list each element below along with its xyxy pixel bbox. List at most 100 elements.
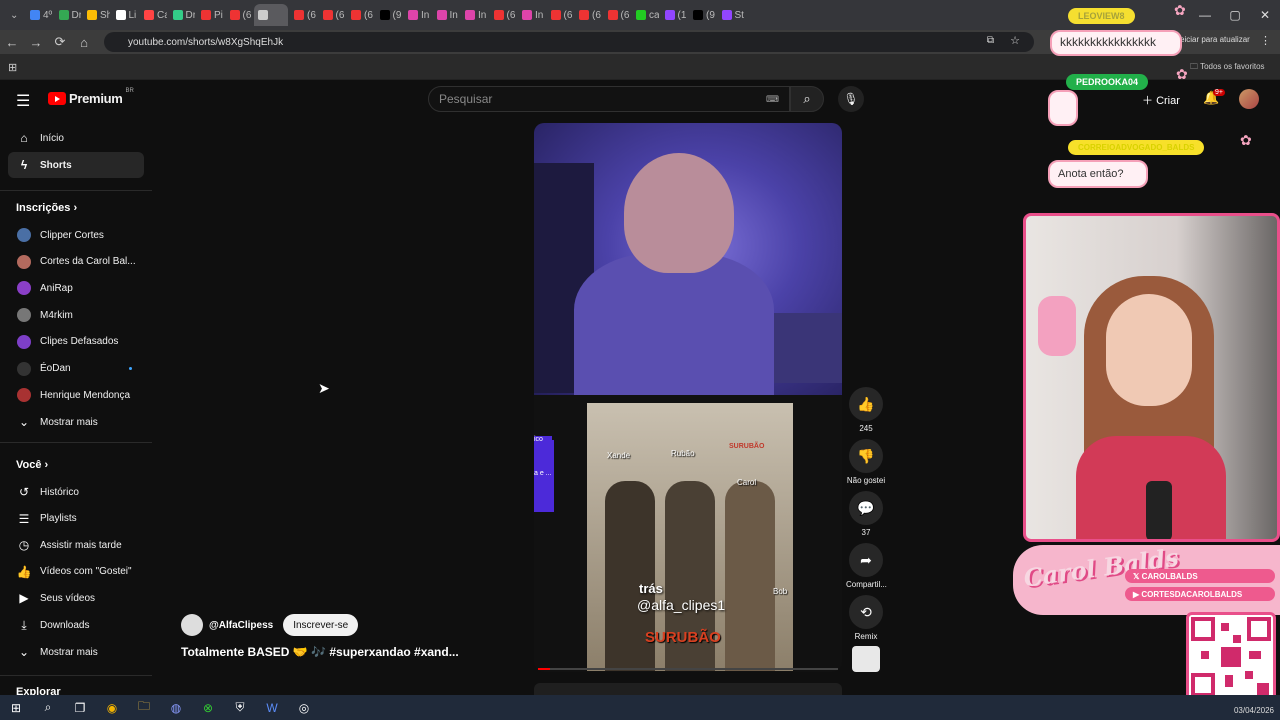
browser-tab[interactable]: (6 bbox=[575, 4, 602, 26]
bookmark-star-icon[interactable]: ☆ bbox=[1010, 34, 1020, 47]
remix-button[interactable]: ⟲ bbox=[849, 595, 883, 629]
overlay-handle: @alfa_clipes1 bbox=[637, 597, 726, 613]
short-title[interactable]: Totalmente BASED 🤝 🎶 #superxandao #xand.… bbox=[181, 645, 459, 659]
update-chrome-text[interactable]: eiciar para atualizar bbox=[1180, 35, 1250, 44]
channel-avatar[interactable] bbox=[181, 614, 203, 636]
browser-tab[interactable]: St bbox=[718, 4, 745, 26]
tab-favicon-icon bbox=[436, 10, 447, 20]
sidebar-subscription-item[interactable]: AniRap bbox=[8, 275, 144, 301]
browser-tab[interactable]: In bbox=[433, 4, 460, 26]
you-heading[interactable]: Você › bbox=[16, 459, 48, 471]
search-input[interactable]: Pesquisar bbox=[428, 86, 790, 112]
next-short-preview[interactable] bbox=[534, 683, 842, 695]
show-more-subscriptions[interactable]: ⌄ Mostrar mais bbox=[8, 409, 144, 435]
browser-tab[interactable]: (6 bbox=[547, 4, 574, 26]
install-icon[interactable]: ⧉ bbox=[987, 35, 994, 46]
address-bar[interactable]: youtube.com/shorts/w8XgShqEhJk ⧉ ☆ bbox=[104, 32, 1034, 52]
subscribe-button[interactable]: Inscrever-se bbox=[283, 614, 359, 636]
browser-tab[interactable]: Pi bbox=[197, 4, 224, 26]
browser-tab[interactable]: ca bbox=[632, 4, 659, 26]
sidebar-you-item[interactable]: ↺ Histórico bbox=[8, 479, 144, 505]
browser-tab[interactable]: In bbox=[404, 4, 431, 26]
forward-button[interactable]: → bbox=[24, 30, 48, 54]
browser-tab[interactable]: (6 bbox=[604, 4, 631, 26]
browser-tab[interactable]: In bbox=[518, 4, 545, 26]
sidebar-item-shorts[interactable]: ϟ Shorts bbox=[8, 152, 144, 178]
dislike-button[interactable]: 👎 bbox=[849, 439, 883, 473]
sidebar-you-item[interactable]: ⤓ Downloads bbox=[8, 612, 144, 638]
keyboard-icon[interactable]: ⌨ bbox=[766, 94, 779, 105]
create-button[interactable]: ＋ Criar bbox=[1142, 92, 1180, 108]
tab-title: (9 bbox=[392, 9, 402, 21]
channel-name[interactable]: @AlfaClipess bbox=[209, 620, 273, 631]
minimize-button[interactable]: — bbox=[1190, 0, 1220, 30]
browser-tab[interactable]: Sh bbox=[83, 4, 110, 26]
hamburger-menu-icon[interactable]: ☰ bbox=[16, 91, 30, 111]
security-shield-icon[interactable]: ⛨ bbox=[224, 695, 256, 720]
sidebar-you-item[interactable]: ▶ Seus vídeos bbox=[8, 585, 144, 611]
chrome-icon[interactable]: ◉ bbox=[96, 695, 128, 720]
back-button[interactable]: ← bbox=[0, 30, 24, 54]
browser-tab[interactable]: (6 bbox=[490, 4, 517, 26]
browser-tab[interactable]: (6 bbox=[226, 4, 253, 26]
file-explorer-icon[interactable]: 🗀 bbox=[128, 695, 160, 720]
tab-list-button[interactable]: ⌄ bbox=[6, 4, 24, 26]
browser-tab[interactable]: (9 bbox=[376, 4, 403, 26]
sound-thumbnail[interactable] bbox=[852, 646, 880, 672]
chevron-right-icon: › bbox=[73, 202, 78, 214]
youtube-premium-logo[interactable]: Premium BR bbox=[48, 88, 134, 106]
task-view-icon[interactable]: ❐ bbox=[64, 695, 96, 720]
short-video-player[interactable]: Xande Rubão Carol Bob SURUBÃO trás @alfa… bbox=[534, 123, 842, 672]
browser-tab[interactable]: Li bbox=[112, 4, 139, 26]
sidebar-subscription-item[interactable]: ÉoDan bbox=[8, 356, 144, 382]
browser-tab[interactable]: (9 bbox=[689, 4, 716, 26]
sidebar-subscription-item[interactable]: Clipes Defasados bbox=[8, 329, 144, 355]
account-avatar[interactable] bbox=[1239, 89, 1259, 109]
chrome-menu-icon[interactable]: ⋮ bbox=[1260, 34, 1271, 47]
browser-tab[interactable]: Ca bbox=[140, 4, 167, 26]
browser-tab[interactable]: (6 bbox=[319, 4, 346, 26]
browser-tab[interactable]: (6 bbox=[347, 4, 374, 26]
sidebar-you-item[interactable]: ◷ Assistir mais tarde bbox=[8, 532, 144, 558]
sidebar-you-item[interactable]: 👍 Vídeos com "Gostei" bbox=[8, 559, 144, 585]
like-button[interactable]: 👍 bbox=[849, 387, 883, 421]
maximize-button[interactable]: ▢ bbox=[1220, 0, 1250, 30]
surubao-corner-logo: SURUBÃO bbox=[729, 443, 765, 450]
sidebar-item-home[interactable]: ⌂ Início bbox=[8, 125, 144, 151]
voice-search-button[interactable]: 🎙 bbox=[838, 86, 864, 112]
sidebar-you-item[interactable]: ☰ Playlists bbox=[8, 506, 144, 532]
sidebar-subscription-item[interactable]: Clipper Cortes bbox=[8, 222, 144, 248]
word-icon[interactable]: W bbox=[256, 695, 288, 720]
side-card[interactable]: ico a e ... bbox=[534, 436, 554, 512]
close-window-button[interactable]: ✕ bbox=[1250, 0, 1280, 30]
search-button[interactable]: ⌕ bbox=[790, 86, 824, 112]
xbox-icon[interactable]: ⊗ bbox=[192, 695, 224, 720]
subscriptions-heading[interactable]: Inscrições › bbox=[16, 202, 77, 214]
subscriptions-title: Inscrições bbox=[16, 202, 71, 214]
browser-tab[interactable]: 4º bbox=[26, 4, 53, 26]
browser-tab[interactable]: In bbox=[461, 4, 488, 26]
all-favorites-folder[interactable]: 🗀 Todos os favoritos bbox=[1190, 61, 1265, 75]
home-button[interactable]: ⌂ bbox=[72, 30, 96, 54]
video-progress-bar[interactable] bbox=[538, 668, 838, 670]
obs-icon[interactable]: ◎ bbox=[288, 695, 320, 720]
apps-grid-icon[interactable]: ⊞ bbox=[8, 61, 17, 74]
browser-tab[interactable]: (6 bbox=[290, 4, 317, 26]
browser-tab[interactable] bbox=[254, 4, 288, 26]
show-more-you[interactable]: ⌄ Mostrar mais bbox=[8, 639, 144, 665]
share-button[interactable]: ➦ bbox=[849, 543, 883, 577]
reload-button[interactable]: ⟳ bbox=[48, 30, 72, 54]
tab-favicon-icon bbox=[493, 10, 504, 20]
browser-tab[interactable]: Dr bbox=[55, 4, 81, 26]
browser-tab[interactable]: Dr bbox=[169, 4, 195, 26]
subscription-name: AniRap bbox=[40, 282, 73, 294]
sidebar-subscription-item[interactable]: M4rkim bbox=[8, 302, 144, 328]
sidebar-subscription-item[interactable]: Cortes da Carol Bal... bbox=[8, 249, 144, 275]
comments-button[interactable]: 💬 bbox=[849, 491, 883, 525]
share-arrow-icon: ➦ bbox=[860, 551, 872, 568]
browser-tab[interactable]: (1 bbox=[661, 4, 688, 26]
discord-icon[interactable]: ◍ bbox=[160, 695, 192, 720]
search-icon[interactable]: ⌕ bbox=[32, 695, 64, 720]
windows-start-icon[interactable]: ⊞ bbox=[0, 695, 32, 720]
sidebar-subscription-item[interactable]: Henrique Mendonça bbox=[8, 382, 144, 408]
